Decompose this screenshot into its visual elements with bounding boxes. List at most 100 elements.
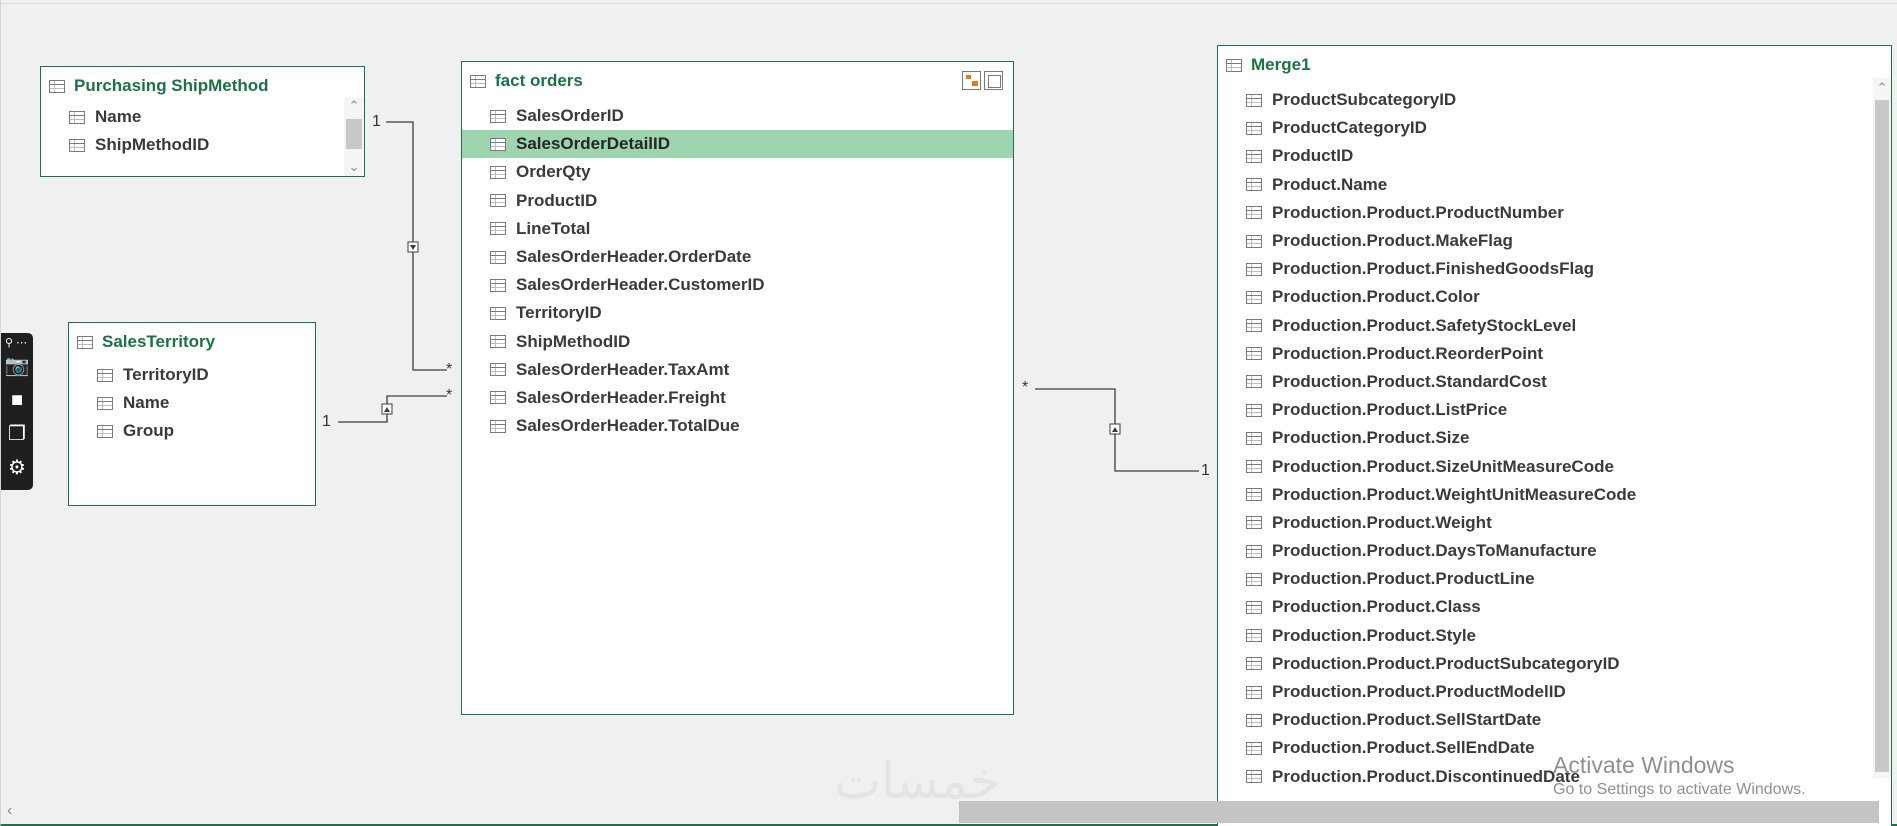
table-field[interactable]: ProductSubcategoryID: [1218, 86, 1891, 114]
diagram-layout-icon[interactable]: [962, 71, 981, 90]
cardinality-many-merge1: *: [1022, 379, 1029, 396]
table-field[interactable]: Group: [69, 417, 315, 445]
table-field[interactable]: OrderQty: [462, 158, 1013, 186]
horizontal-scroll-thumb[interactable]: [959, 801, 1879, 823]
table-field[interactable]: Production.Product.Class: [1218, 593, 1891, 621]
table-salesterritory[interactable]: SalesTerritory TerritoryID Name Group: [68, 322, 316, 506]
table-header[interactable]: Merge1: [1226, 54, 1311, 76]
field-name: ProductCategoryID: [1272, 118, 1427, 138]
field-name: ProductID: [516, 190, 598, 210]
table-field[interactable]: Production.Product.Color: [1218, 283, 1891, 311]
table-field[interactable]: Production.Product.Style: [1218, 622, 1891, 650]
restore-window-icon[interactable]: [984, 71, 1003, 90]
scroll-up-icon[interactable]: ⌃: [344, 97, 364, 115]
table-field-icon: [490, 278, 506, 292]
table-field-icon: [1246, 544, 1262, 558]
merge1-scrollbar[interactable]: ⌃: [1873, 78, 1891, 778]
table-icon: [1226, 58, 1242, 72]
field-name: Production.Product.Style: [1272, 625, 1477, 645]
table-field-icon: [1246, 234, 1262, 248]
table-merge1[interactable]: Merge1 ProductSubcategoryID ProductCatego…: [1217, 45, 1892, 826]
field-list: TerritoryID Name Group: [69, 361, 315, 446]
table-field[interactable]: Production.Product.ProductLine: [1218, 565, 1891, 593]
scroll-thumb[interactable]: [346, 119, 362, 149]
field-name: SalesOrderID: [516, 106, 624, 126]
table-field-icon: [490, 137, 506, 151]
video-camera-icon[interactable]: ■: [4, 387, 30, 413]
table-field-icon: [1246, 375, 1262, 389]
table-field-icon: [1246, 178, 1262, 192]
scroll-up-icon[interactable]: ⌃: [1873, 80, 1891, 96]
table-field[interactable]: SalesOrderHeader.TotalDue: [462, 412, 1013, 440]
table-header[interactable]: SalesTerritory: [77, 331, 215, 353]
table-field[interactable]: Name: [69, 389, 315, 417]
watermark-subtitle: Go to Settings to activate Windows.: [1553, 781, 1806, 798]
table-field[interactable]: Production.Product.ProductNumber: [1218, 199, 1891, 227]
table-scrollbar[interactable]: ⌃ ⌄: [344, 97, 364, 176]
table-field[interactable]: ProductID: [1218, 142, 1891, 170]
diagram-canvas[interactable]: 1 * 1 * * 1 Purchasing ShipMethod Name Sh…: [0, 0, 1897, 826]
table-field[interactable]: SalesOrderID: [462, 102, 1013, 130]
table-field[interactable]: ShipMethodID: [41, 131, 364, 159]
table-field[interactable]: Product.Name: [1218, 171, 1891, 199]
table-field[interactable]: Production.Product.Size: [1218, 424, 1891, 452]
table-field-icon: [97, 368, 113, 382]
table-field[interactable]: Production.Product.StandardCost: [1218, 368, 1891, 396]
scroll-down-icon[interactable]: ⌄: [344, 158, 364, 176]
table-field[interactable]: Production.Product.Weight: [1218, 509, 1891, 537]
table-field[interactable]: Production.Product.FinishedGoodsFlag: [1218, 255, 1891, 283]
table-field[interactable]: SalesOrderHeader.Freight: [462, 384, 1013, 412]
table-field[interactable]: ProductCategoryID: [1218, 114, 1891, 142]
table-field[interactable]: SalesOrderHeader.CustomerID: [462, 271, 1013, 299]
table-field[interactable]: Production.Product.ProductSubcategoryID: [1218, 650, 1891, 678]
table-field[interactable]: LineTotal: [462, 215, 1013, 243]
table-field[interactable]: Production.Product.ProductModelID: [1218, 678, 1891, 706]
table-field-icon: [1246, 572, 1262, 586]
table-field-icon: [490, 391, 506, 405]
cardinality-one-territory: 1: [322, 413, 331, 430]
table-field[interactable]: Production.Product.DaysToManufacture: [1218, 537, 1891, 565]
windows-stack-icon[interactable]: ❐: [4, 421, 30, 447]
table-field-icon: [490, 165, 506, 179]
table-field[interactable]: Production.Product.SizeUnitMeasureCode: [1218, 452, 1891, 480]
table-field[interactable]: Production.Product.MakeFlag: [1218, 227, 1891, 255]
field-name: SalesOrderHeader.CustomerID: [516, 275, 765, 295]
floating-capture-toolbar: ⚲ ⋯ 📷 ■ ❐ ⚙: [1, 333, 33, 490]
camera-icon[interactable]: 📷: [4, 353, 30, 379]
table-field-selected[interactable]: SalesOrderDetailID: [462, 130, 1013, 159]
table-field-icon: [1246, 460, 1262, 474]
field-list: ProductSubcategoryID ProductCategoryID Pro…: [1218, 86, 1891, 791]
table-header[interactable]: fact orders: [470, 70, 583, 92]
table-field[interactable]: TerritoryID: [462, 299, 1013, 327]
table-field-icon: [1246, 121, 1262, 135]
field-name: Production.Product.ProductLine: [1272, 569, 1535, 589]
table-field[interactable]: Name: [41, 103, 364, 131]
table-field[interactable]: Production.Product.ReorderPoint: [1218, 340, 1891, 368]
table-field[interactable]: ShipMethodID: [462, 328, 1013, 356]
table-field[interactable]: ProductID: [462, 187, 1013, 215]
gear-icon[interactable]: ⚙: [4, 455, 30, 481]
table-field[interactable]: Production.Product.ListPrice: [1218, 396, 1891, 424]
table-field-icon: [1246, 629, 1262, 643]
table-field-icon: [490, 250, 506, 264]
field-name: Production.Product.ReorderPoint: [1272, 343, 1544, 363]
table-field[interactable]: Production.Product.SafetyStockLevel: [1218, 312, 1891, 340]
toolbar-more-icon[interactable]: ⚲ ⋯: [5, 337, 27, 349]
cardinality-many-territory: *: [446, 387, 453, 404]
scroll-left-icon[interactable]: ‹: [7, 802, 12, 820]
table-field[interactable]: Production.Product.WeightUnitMeasureCode: [1218, 481, 1891, 509]
table-field[interactable]: SalesOrderHeader.TaxAmt: [462, 356, 1013, 384]
field-name: Production.Product.MakeFlag: [1272, 231, 1513, 251]
field-name: Product.Name: [1272, 174, 1388, 194]
table-fact-orders[interactable]: fact orders SalesOrderID SalesOrderDetail…: [461, 61, 1014, 715]
table-header[interactable]: Purchasing ShipMethod: [49, 75, 269, 97]
table-purchasing-shipmethod[interactable]: Purchasing ShipMethod Name ShipMethodID ⌃…: [40, 66, 365, 177]
scroll-thumb[interactable]: [1875, 100, 1889, 772]
table-field[interactable]: Production.Product.SellStartDate: [1218, 706, 1891, 734]
field-name: Name: [95, 107, 142, 127]
field-name: ShipMethodID: [516, 331, 631, 351]
field-name: OrderQty: [516, 162, 591, 182]
field-name: SalesOrderHeader.OrderDate: [516, 247, 752, 267]
table-field[interactable]: SalesOrderHeader.OrderDate: [462, 243, 1013, 271]
table-field[interactable]: TerritoryID: [69, 361, 315, 389]
